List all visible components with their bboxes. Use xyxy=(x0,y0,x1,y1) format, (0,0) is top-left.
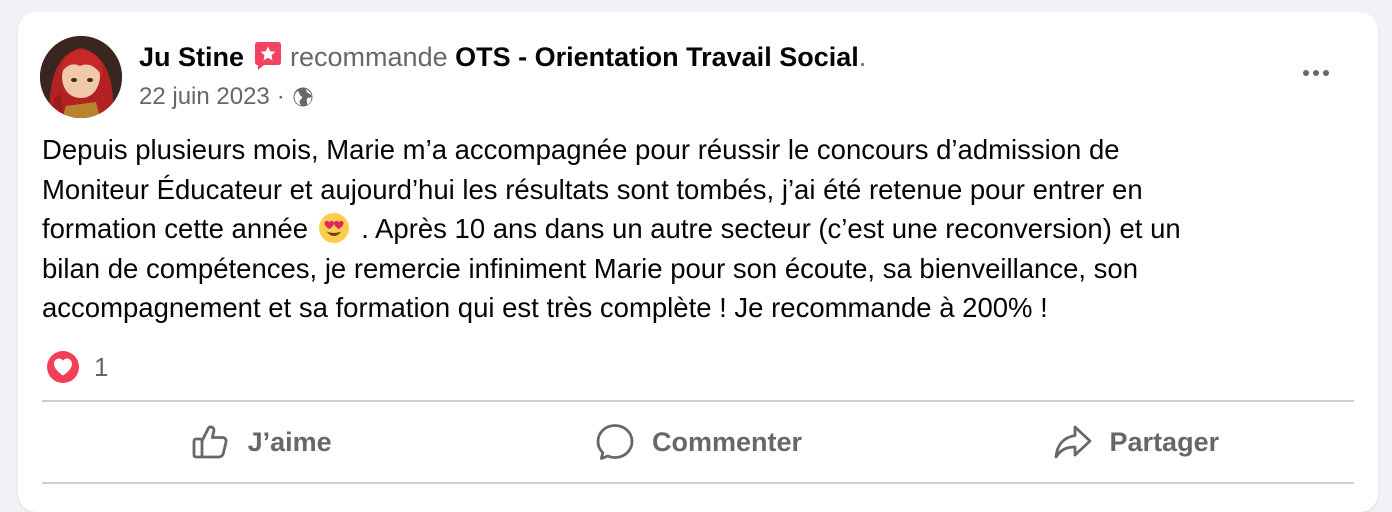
post-text-segment: . Après 10 ans dans un autre secteur (c’… xyxy=(361,213,1181,244)
heart-eyes-emoji xyxy=(318,212,350,244)
more-dot xyxy=(1313,70,1319,76)
reactions-summary[interactable]: 1 xyxy=(44,348,108,386)
post-header: Ju Stine recommande OTS - Orientation Tra… xyxy=(139,40,866,74)
comment-label: Commenter xyxy=(651,426,802,457)
header-period: . xyxy=(858,42,867,72)
post-text-line: accompagnement et sa formation qui est t… xyxy=(42,292,1048,323)
share-label: Partager xyxy=(1109,426,1220,457)
meta-separator: · xyxy=(276,83,285,110)
post-text-line-with-emoji: formation cette année . Après 10 ans dan… xyxy=(42,209,1342,249)
more-dot xyxy=(1323,70,1329,76)
post-date[interactable]: 22 juin 2023 xyxy=(139,82,270,112)
post-text-segment: formation cette année xyxy=(42,213,309,244)
author-name[interactable]: Ju Stine xyxy=(139,42,244,72)
love-reaction-icon xyxy=(44,348,82,386)
recommend-verb: recommande xyxy=(290,42,448,72)
post-text: Depuis plusieurs mois, Marie m’a accompa… xyxy=(42,130,1342,328)
post-meta: 22 juin 2023 · xyxy=(139,82,314,112)
reaction-count: 1 xyxy=(94,351,109,382)
comment-bubble-icon xyxy=(594,421,636,463)
post-text-line: Depuis plusieurs mois, Marie m’a accompa… xyxy=(42,134,1120,165)
thumbs-up-icon xyxy=(190,421,232,463)
like-label: J’aime xyxy=(247,426,332,457)
like-button[interactable]: J’aime xyxy=(42,404,479,480)
more-options-button[interactable] xyxy=(1294,60,1338,86)
divider xyxy=(42,482,1354,484)
globe-icon[interactable] xyxy=(292,86,314,108)
avatar[interactable] xyxy=(40,36,122,118)
comment-button[interactable]: Commenter xyxy=(479,404,916,480)
more-dot xyxy=(1303,70,1309,76)
post-text-line: bilan de compétences, je remercie infini… xyxy=(42,252,1139,284)
post-card: Ju Stine recommande OTS - Orientation Tra… xyxy=(18,12,1378,512)
share-button[interactable]: Partager xyxy=(917,404,1354,480)
share-arrow-icon xyxy=(1052,421,1094,463)
avatar-image xyxy=(40,36,122,118)
action-bar: J’aime Commenter Partager xyxy=(42,404,1354,480)
page-name[interactable]: OTS - Orientation Travail Social xyxy=(455,42,859,72)
recommend-star-icon xyxy=(252,40,284,72)
divider xyxy=(42,400,1354,402)
post-text-line: Moniteur Éducateur et aujourd’hui les ré… xyxy=(42,173,1143,205)
